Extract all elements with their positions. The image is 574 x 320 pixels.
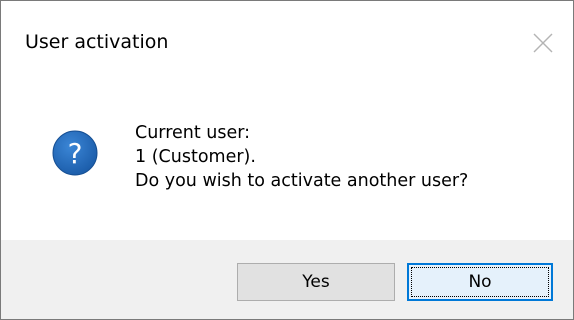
close-button[interactable] xyxy=(511,1,573,87)
button-bar: Yes No xyxy=(1,240,573,319)
yes-button[interactable]: Yes xyxy=(237,263,395,301)
message-line: 1 (Customer). xyxy=(135,147,256,167)
no-button[interactable]: No xyxy=(407,263,553,301)
question-icon: ? xyxy=(51,129,99,177)
message-text: Current user: 1 (Customer). Do you wish … xyxy=(135,121,468,193)
svg-text:?: ? xyxy=(68,137,83,170)
user-activation-dialog: User activation ? Current user: 1 (Custo… xyxy=(0,0,574,320)
message-area: ? Current user: 1 (Customer). Do you wis… xyxy=(1,85,573,239)
message-line: Do you wish to activate another user? xyxy=(135,171,469,191)
title-bar[interactable]: User activation xyxy=(1,1,573,85)
window-title: User activation xyxy=(25,31,169,53)
message-line: Current user: xyxy=(135,123,251,143)
no-button-label: No xyxy=(468,272,492,292)
close-icon xyxy=(533,33,553,53)
